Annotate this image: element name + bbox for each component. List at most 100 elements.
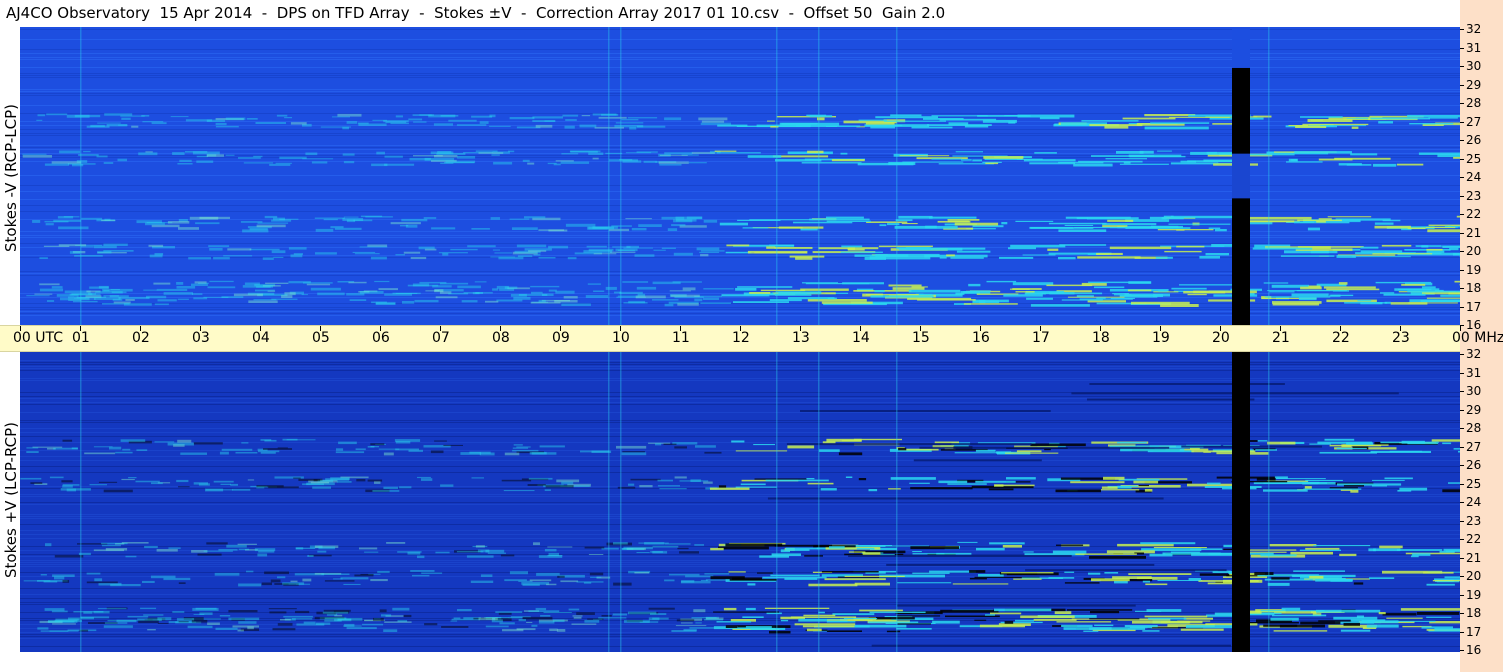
signal-band-segment [466, 555, 494, 558]
signal-band-segment [176, 618, 195, 621]
signal-band-segment [1352, 256, 1411, 258]
signal-band-segment [963, 291, 981, 294]
signal-band-segment [1263, 489, 1308, 492]
signal-band-segment [675, 625, 707, 627]
time-tick-label: 02 [132, 330, 150, 346]
signal-band-segment [1089, 124, 1143, 127]
signal-band-segment [820, 488, 837, 491]
signal-band-segment [963, 303, 1018, 305]
signal-band-segment [912, 551, 922, 553]
signal-band-segment [947, 220, 969, 223]
signal-band-segment [1004, 621, 1014, 624]
signal-band-segment [735, 288, 757, 291]
signal-band-segment [195, 607, 217, 610]
signal-band-segment [315, 252, 337, 255]
signal-band-segment [1373, 163, 1397, 167]
data-gap-partial-fill [1232, 27, 1250, 68]
signal-band-segment [1089, 627, 1146, 630]
signal-band-segment [264, 215, 278, 219]
signal-band-segment [267, 290, 276, 292]
signal-band-segment [1109, 246, 1172, 250]
signal-band-segment [1160, 304, 1199, 307]
signal-band-segment [909, 482, 930, 484]
signal-band-segment [766, 246, 776, 249]
signal-band-segment [664, 579, 675, 582]
signal-band-segment [1407, 114, 1460, 118]
signal-band-segment [1418, 152, 1460, 155]
signal-band-segment [272, 628, 296, 631]
signal-band-segment [63, 216, 80, 218]
signal-band-segment [392, 607, 410, 611]
frequency-tick-label: 31 [1466, 41, 1482, 55]
signal-band-segment [584, 546, 605, 549]
signal-band-segment [793, 221, 853, 224]
signal-band-segment [753, 444, 775, 446]
signal-band-segment [535, 124, 553, 128]
signal-band-segment [61, 480, 73, 483]
signal-band-segment [1089, 618, 1140, 620]
signal-band-segment [256, 224, 286, 228]
signal-band-segment [1148, 617, 1187, 620]
signal-band-segment [742, 616, 764, 618]
signal-band-segment [747, 250, 808, 254]
signal-band-segment [1302, 481, 1336, 485]
signal-band-segment [292, 618, 313, 620]
frequency-tick-label: 19 [1466, 588, 1482, 602]
signal-band-segment [631, 228, 647, 231]
signal-band-segment [688, 162, 707, 164]
signal-band-segment [807, 150, 824, 154]
signal-band-segment [947, 483, 987, 485]
signal-band-segment [346, 219, 356, 223]
signal-band-segment [1425, 226, 1456, 229]
frequency-tick-label: 16 [1466, 643, 1482, 657]
signal-band-segment [1333, 616, 1378, 620]
signal-band-segment [333, 578, 343, 580]
signal-band-segment [802, 625, 855, 628]
signal-band-segment [1103, 476, 1125, 480]
signal-band-segment [1421, 626, 1453, 629]
signal-band-segment [1144, 489, 1153, 492]
signal-band-segment [622, 548, 645, 551]
dark-streak [767, 497, 1164, 500]
signal-band-segment [673, 252, 693, 256]
signal-band-segment [295, 547, 316, 549]
time-tick-label: 03 [192, 330, 210, 346]
signal-band-segment [140, 607, 157, 610]
signal-band-segment [1008, 121, 1016, 124]
signal-band-segment [674, 446, 687, 449]
signal-band-segment [293, 253, 303, 255]
signal-band-segment [221, 448, 253, 451]
signal-band-segment [1180, 160, 1197, 163]
signal-band-segment [1033, 618, 1077, 621]
signal-band-segment [770, 574, 820, 577]
signal-band-segment [1169, 116, 1230, 118]
signal-band-segment [1442, 245, 1460, 248]
signal-band-segment [156, 288, 188, 291]
vertical-interference-line [896, 27, 898, 325]
signal-band-segment [1096, 252, 1123, 255]
signal-band-segment [1180, 628, 1224, 631]
signal-band-segment [972, 299, 1009, 303]
signal-band-segment [819, 449, 840, 452]
signal-band-segment [1319, 451, 1377, 454]
signal-band-segment [1049, 292, 1075, 295]
signal-band-segment [219, 451, 229, 455]
signal-band-segment [1280, 255, 1335, 257]
signal-band-segment [681, 622, 693, 624]
signal-band-segment [337, 481, 352, 483]
signal-band-segment [421, 572, 443, 574]
frequency-tick [1460, 613, 1464, 614]
signal-band-segment [821, 301, 873, 304]
signal-band-segment [474, 281, 487, 283]
signal-band-segment [1309, 575, 1324, 579]
signal-band-segment [1379, 545, 1403, 549]
signal-band-segment [243, 162, 274, 164]
signal-band-segment [237, 629, 244, 632]
signal-band-segment [910, 487, 973, 490]
time-tick-label: 00 UTC [13, 330, 64, 346]
signal-band-segment [176, 282, 184, 285]
signal-band-segment [1157, 150, 1172, 152]
signal-band-segment [752, 294, 789, 296]
signal-band-segment [456, 551, 484, 553]
signal-band-segment [1124, 226, 1174, 229]
